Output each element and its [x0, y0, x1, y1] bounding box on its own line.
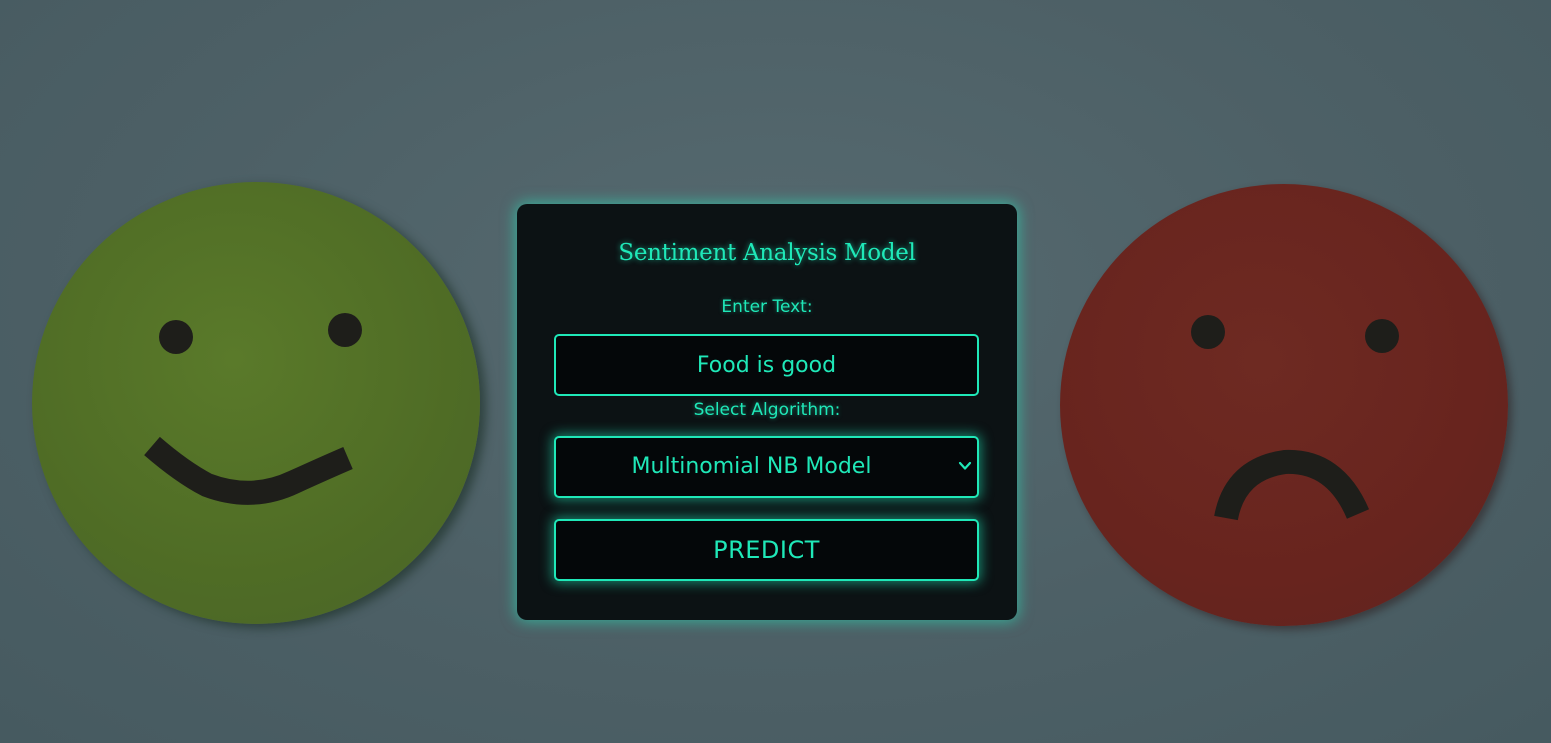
sad-face-icon [1060, 184, 1508, 626]
sad-face-drawing [1191, 315, 1399, 521]
happy-face-smile [144, 436, 353, 505]
algorithm-field-label: Select Algorithm: [693, 400, 841, 420]
happy-face-right-eye [328, 313, 362, 347]
sad-face-right-eye [1365, 319, 1399, 353]
prediction-card: Sentiment Analysis Model Enter Text: Sel… [517, 204, 1017, 620]
sad-face-left-eye [1191, 315, 1225, 349]
page-title: Sentiment Analysis Model [618, 240, 916, 266]
sad-face-frown [1214, 449, 1370, 521]
text-input[interactable] [554, 334, 979, 396]
algorithm-selected-value: Multinomial NB Model [631, 454, 872, 479]
text-field-label: Enter Text: [721, 297, 813, 317]
happy-face-icon [32, 182, 480, 624]
happy-face-drawing [144, 313, 362, 505]
algorithm-select[interactable]: Multinomial NB Model [554, 436, 979, 498]
predict-button[interactable]: PREDICT [554, 519, 979, 581]
happy-face-left-eye [159, 320, 193, 354]
chevron-down-icon [958, 461, 972, 470]
